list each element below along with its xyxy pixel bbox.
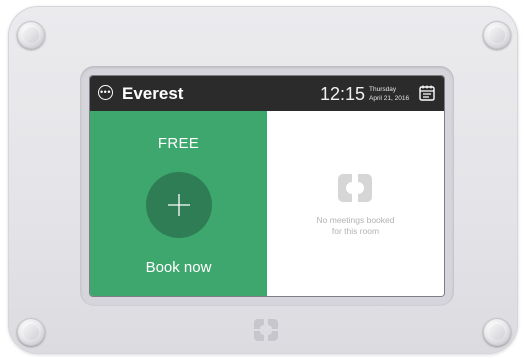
empty-state-message: No meetings booked for this room [267, 215, 444, 237]
more-options-icon[interactable]: ••• [98, 85, 113, 100]
status-label: FREE [157, 135, 200, 152]
brand-logo-icon [338, 174, 372, 202]
empty-line-2: for this room [331, 226, 380, 236]
availability-pane[interactable]: FREE Book now [90, 111, 267, 296]
meetings-pane: No meetings booked for this room [267, 111, 444, 296]
screw-top-right [483, 21, 511, 49]
screw-bottom-left [17, 318, 45, 346]
calendar-icon[interactable] [418, 84, 436, 102]
room-name: Everest [122, 84, 184, 103]
date-label: April 21, 2016 [369, 95, 410, 102]
current-time: 12:15 [320, 84, 366, 104]
plus-icon [168, 194, 190, 216]
weekday-label: Thursday [369, 86, 397, 93]
empty-line-1: No meetings booked [316, 215, 395, 225]
screw-bottom-right [483, 318, 511, 346]
current-date: Thursday April 21, 2016 [369, 85, 414, 103]
dots-glyph: ••• [100, 87, 111, 97]
book-now-button[interactable] [146, 172, 212, 238]
display-screen: ••• Everest 12:15 Thursday April 21, 201… [90, 76, 444, 296]
book-now-label[interactable]: Book now [90, 259, 267, 276]
brand-logo-icon [254, 319, 278, 341]
screw-top-left [17, 21, 45, 49]
top-bar: ••• Everest 12:15 Thursday April 21, 201… [90, 76, 444, 111]
